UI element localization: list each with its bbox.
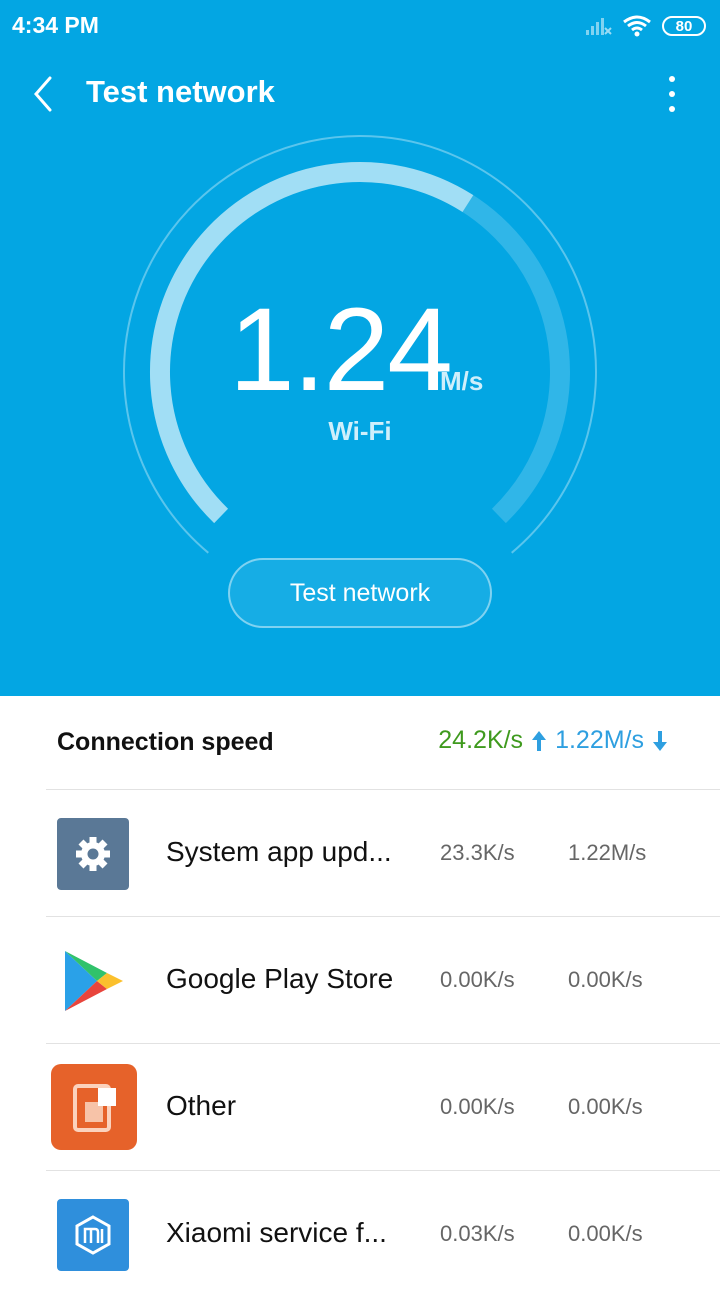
- upload-speed: 24.2K/s: [438, 726, 524, 754]
- app-row-xiaomi-service[interactable]: Xiaomi service f... 0.03K/s 0.00K/s: [0, 1171, 720, 1297]
- app-row-other[interactable]: Other 0.00K/s 0.00K/s: [0, 1044, 720, 1170]
- app-row-system-app-updater[interactable]: System app upd... 23.3K/s 1.22M/s: [0, 790, 720, 916]
- app-download-speed: 1.22M/s: [568, 840, 647, 865]
- app-name: Google Play Store: [166, 963, 394, 994]
- speed-value: 1.24: [229, 284, 453, 416]
- mi-icon: [57, 1199, 129, 1271]
- speed-unit: M/s: [440, 366, 484, 396]
- connection-speeds: 24.2K/s 1.22M/s: [438, 726, 676, 755]
- upload-arrow-icon: [532, 730, 547, 751]
- play-store-icon: [57, 945, 129, 1017]
- network-type: Wi-Fi: [328, 416, 392, 446]
- app-upload-speed: 0.00K/s: [440, 967, 515, 992]
- app-upload-speed: 23.3K/s: [440, 840, 515, 865]
- app-row-google-play-store[interactable]: Google Play Store 0.00K/s 0.00K/s: [0, 917, 720, 1043]
- other-apps-icon: [51, 1064, 137, 1150]
- app-download-speed: 0.00K/s: [568, 1094, 643, 1119]
- test-network-button[interactable]: Test network: [228, 558, 492, 628]
- app-download-speed: 0.00K/s: [568, 967, 643, 992]
- speed-test-panel: 4:34 PM 80 Test network 1.24 M/s Wi-Fi T…: [0, 0, 720, 696]
- download-arrow-icon: [653, 730, 667, 751]
- download-speed: 1.22M/s: [555, 726, 644, 754]
- app-upload-speed: 0.03K/s: [440, 1221, 515, 1246]
- app-name: System app upd...: [166, 836, 392, 867]
- connection-speed-label: Connection speed: [57, 728, 274, 756]
- app-name: Other: [166, 1090, 237, 1121]
- gear-icon: [57, 818, 129, 890]
- connection-speed-row: Connection speed 24.2K/s 1.22M/s: [0, 696, 720, 790]
- app-name: Xiaomi service f...: [166, 1217, 387, 1248]
- app-upload-speed: 0.00K/s: [440, 1094, 515, 1119]
- app-download-speed: 0.00K/s: [568, 1221, 643, 1246]
